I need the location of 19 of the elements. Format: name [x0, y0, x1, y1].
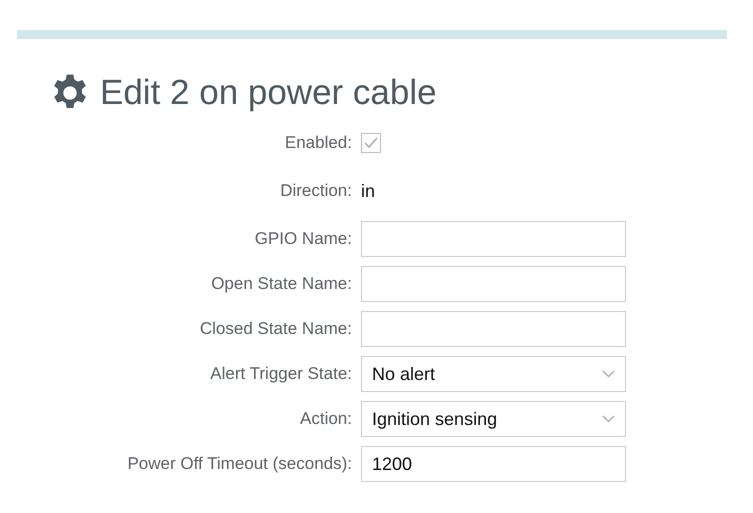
input-field[interactable] — [361, 221, 626, 257]
chevron-down-icon — [602, 415, 615, 423]
page-title: Edit 2 on power cable — [100, 73, 437, 113]
input-field[interactable] — [361, 311, 626, 347]
field-label: Action: — [300, 409, 352, 429]
chevron-down-icon — [602, 370, 615, 378]
field-label: GPIO Name: — [254, 229, 352, 249]
dropdown[interactable]: Ignition sensing — [361, 401, 626, 437]
field-label: Open State Name: — [211, 274, 352, 294]
dropdown[interactable]: No alert — [361, 356, 626, 392]
field-label: Closed State Name: — [200, 319, 352, 339]
input-field[interactable] — [361, 266, 626, 302]
check-icon — [363, 135, 379, 151]
field-label: Power Off Timeout (seconds): — [127, 454, 352, 474]
input-field[interactable]: 1200 — [361, 446, 626, 482]
field-label: Direction: — [280, 181, 352, 201]
field-value: in — [361, 180, 376, 202]
field-label: Enabled: — [284, 133, 352, 153]
field-label: Alert Trigger State: — [210, 364, 352, 384]
